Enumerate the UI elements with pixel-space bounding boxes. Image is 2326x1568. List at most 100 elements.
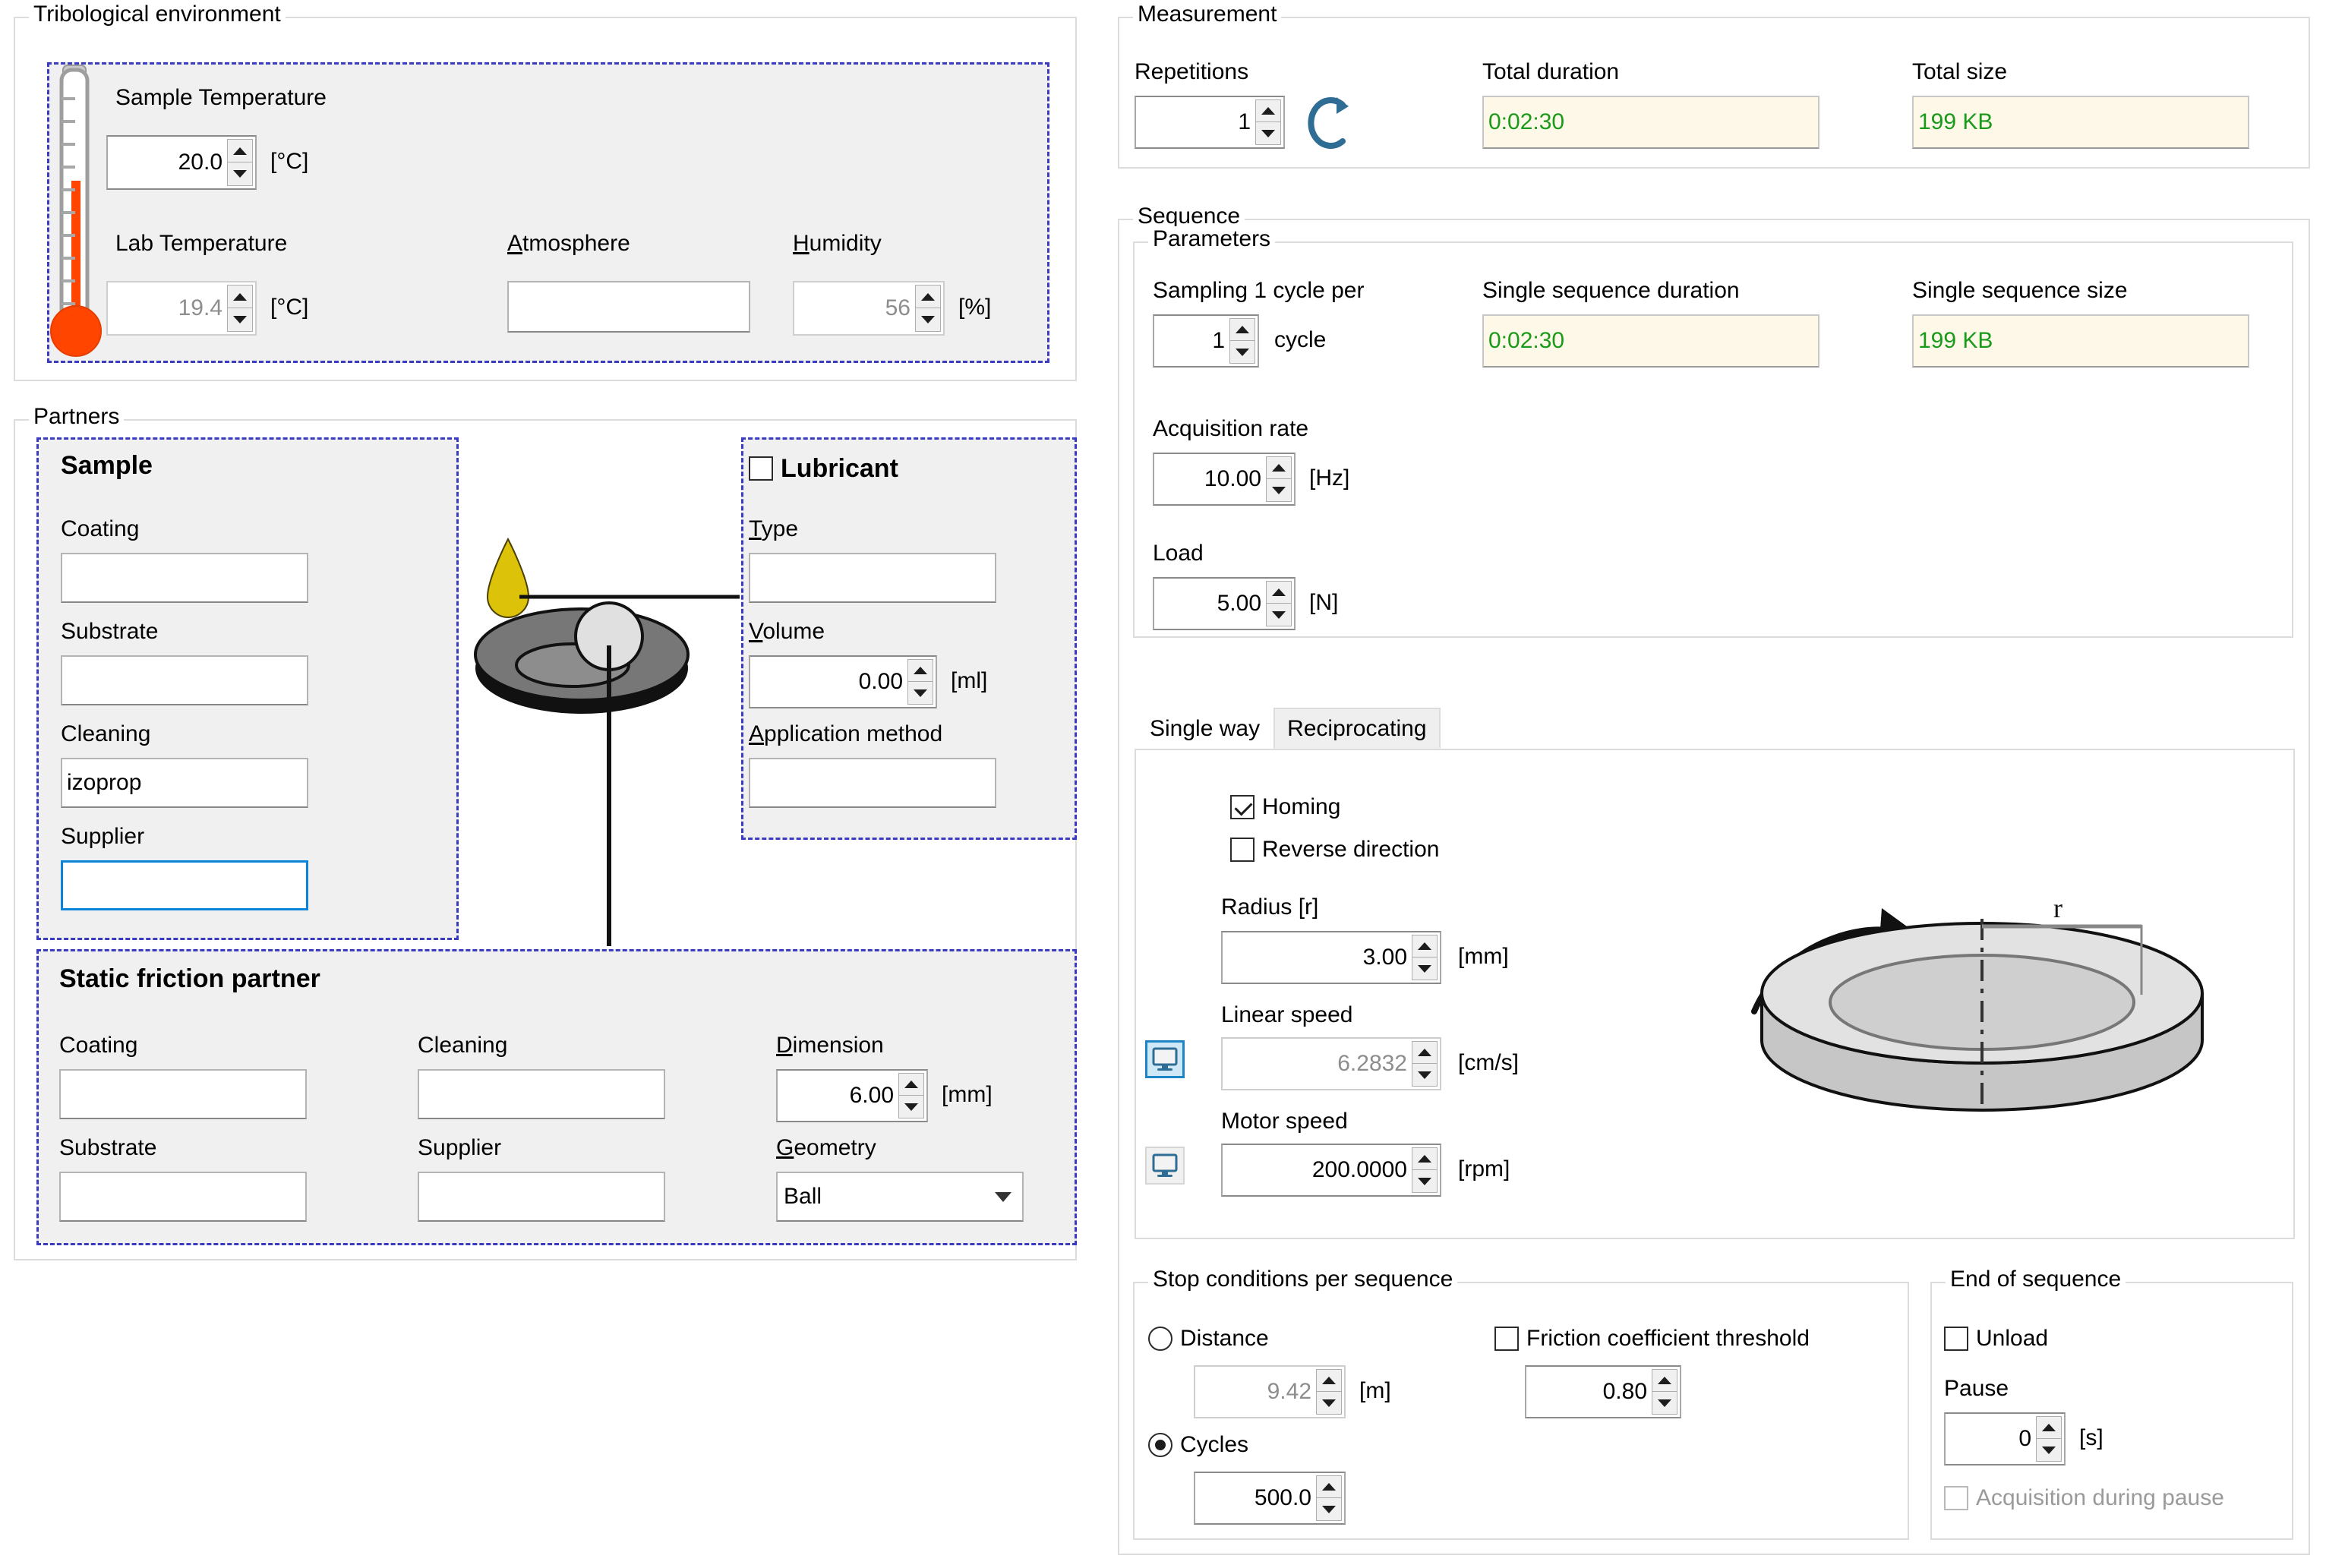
spin-up-icon[interactable]: [1266, 456, 1292, 479]
lubricant-checkbox-box[interactable]: [749, 456, 773, 481]
lab-temperature-spinner[interactable]: 19.4: [106, 281, 257, 336]
spin-up-icon[interactable]: [2036, 1416, 2062, 1439]
pause-spin-buttons[interactable]: [2036, 1416, 2062, 1462]
acquisition-rate-spin-buttons[interactable]: [1266, 456, 1292, 502]
lubricant-volume-spin-buttons[interactable]: [907, 659, 933, 705]
repetitions-spin-buttons[interactable]: [1255, 99, 1281, 145]
sampling-spin-buttons[interactable]: [1229, 318, 1255, 364]
spin-down-icon[interactable]: [1412, 1064, 1438, 1087]
acquisition-during-pause-checkbox[interactable]: Acquisition during pause: [1944, 1485, 2224, 1511]
spin-up-icon[interactable]: [227, 139, 253, 162]
sample-coating-input[interactable]: [61, 553, 308, 603]
radius-spinner[interactable]: 3.00: [1221, 931, 1441, 984]
spin-up-icon[interactable]: [1316, 1369, 1342, 1392]
cycles-spinner[interactable]: 500.0: [1194, 1472, 1346, 1525]
spin-down-icon[interactable]: [1229, 341, 1255, 364]
motion-tabs[interactable]: Single way Reciprocating: [1136, 706, 1441, 749]
sample-temperature-spinner[interactable]: 20.0: [106, 135, 257, 190]
sfp-dimension-spin-buttons[interactable]: [898, 1073, 924, 1118]
acquisition-during-pause-checkbox-box[interactable]: [1944, 1486, 1968, 1510]
linear-speed-monitor-toggle[interactable]: [1145, 1040, 1185, 1078]
sampling-spinner[interactable]: 1: [1153, 314, 1259, 368]
sample-substrate-input[interactable]: [61, 655, 308, 705]
unload-checkbox-box[interactable]: [1944, 1327, 1968, 1351]
spin-up-icon[interactable]: [1316, 1475, 1342, 1498]
repetitions-value: 1: [1136, 97, 1255, 147]
lab-temperature-spin-buttons[interactable]: [227, 285, 253, 332]
sfp-supplier-input[interactable]: [418, 1172, 665, 1222]
lubricant-application-method-input[interactable]: [749, 758, 996, 808]
sfp-dimension-spinner[interactable]: 6.00: [776, 1069, 928, 1122]
spin-down-icon[interactable]: [1412, 1170, 1438, 1193]
friction-threshold-spinner[interactable]: 0.80: [1525, 1365, 1681, 1418]
spin-up-icon[interactable]: [227, 285, 253, 308]
stop-condition-cycles-radio[interactable]: Cycles: [1148, 1432, 1248, 1458]
distance-radio-circle[interactable]: [1148, 1327, 1172, 1351]
distance-spin-buttons[interactable]: [1316, 1369, 1342, 1415]
homing-checkbox-box[interactable]: [1230, 795, 1255, 819]
tab-single-way[interactable]: Single way: [1136, 708, 1273, 749]
spin-up-icon[interactable]: [907, 659, 933, 682]
spin-down-icon[interactable]: [227, 308, 253, 332]
sample-temperature-spin-buttons[interactable]: [227, 139, 253, 186]
spin-down-icon[interactable]: [2036, 1439, 2062, 1462]
spin-up-icon[interactable]: [1255, 99, 1281, 122]
spin-down-icon[interactable]: [907, 682, 933, 705]
cycles-spin-buttons[interactable]: [1316, 1475, 1342, 1521]
lubricant-volume-spinner[interactable]: 0.00: [749, 655, 937, 708]
linear-speed-spin-buttons[interactable]: [1412, 1041, 1438, 1087]
spin-down-icon[interactable]: [227, 162, 253, 186]
spin-up-icon[interactable]: [1266, 581, 1292, 604]
spin-down-icon[interactable]: [1266, 479, 1292, 502]
spin-down-icon[interactable]: [1652, 1392, 1677, 1415]
spin-up-icon[interactable]: [1412, 1041, 1438, 1064]
spin-up-icon[interactable]: [1412, 935, 1438, 958]
repetitions-spinner[interactable]: 1: [1135, 96, 1285, 149]
spin-down-icon[interactable]: [1266, 604, 1292, 626]
sample-substrate-label: Substrate: [61, 619, 158, 645]
spin-down-icon[interactable]: [898, 1096, 924, 1118]
motor-speed-spinner[interactable]: 200.0000: [1221, 1144, 1441, 1197]
friction-threshold-checkbox-box[interactable]: [1494, 1327, 1519, 1351]
lubricant-checkbox[interactable]: Lubricant: [749, 456, 898, 481]
spin-up-icon[interactable]: [1412, 1147, 1438, 1170]
distance-spinner[interactable]: 9.42: [1194, 1365, 1346, 1418]
spin-up-icon[interactable]: [915, 285, 941, 308]
spin-down-icon[interactable]: [1316, 1498, 1342, 1521]
spin-down-icon[interactable]: [1412, 958, 1438, 980]
spin-down-icon[interactable]: [915, 308, 941, 332]
sample-cleaning-input[interactable]: izoprop: [61, 758, 308, 808]
linear-speed-spinner[interactable]: 6.2832: [1221, 1037, 1441, 1090]
radius-spin-buttons[interactable]: [1412, 935, 1438, 980]
stop-condition-distance-radio[interactable]: Distance: [1148, 1326, 1269, 1352]
pause-spinner[interactable]: 0: [1944, 1412, 2066, 1465]
spin-down-icon[interactable]: [1316, 1392, 1342, 1415]
sfp-geometry-select[interactable]: Ball: [776, 1172, 1024, 1222]
reverse-direction-checkbox-box[interactable]: [1230, 838, 1255, 862]
chevron-down-icon[interactable]: [995, 1192, 1012, 1202]
spin-up-icon[interactable]: [898, 1073, 924, 1096]
sfp-cleaning-input[interactable]: [418, 1069, 665, 1119]
friction-threshold-spin-buttons[interactable]: [1652, 1369, 1677, 1415]
acquisition-rate-spinner[interactable]: 10.00: [1153, 453, 1296, 506]
spin-up-icon[interactable]: [1652, 1369, 1677, 1392]
homing-checkbox[interactable]: Homing: [1230, 794, 1340, 820]
motor-speed-spin-buttons[interactable]: [1412, 1147, 1438, 1193]
unload-checkbox[interactable]: Unload: [1944, 1326, 2048, 1352]
sfp-substrate-input[interactable]: [59, 1172, 307, 1222]
tab-reciprocating[interactable]: Reciprocating: [1273, 708, 1440, 749]
humidity-spin-buttons[interactable]: [915, 285, 941, 332]
spin-up-icon[interactable]: [1229, 318, 1255, 341]
motor-speed-monitor-toggle[interactable]: [1145, 1147, 1185, 1185]
lubricant-type-input[interactable]: [749, 553, 996, 603]
cycles-radio-circle[interactable]: [1148, 1433, 1172, 1457]
humidity-spinner[interactable]: 56: [793, 281, 945, 336]
sample-supplier-input[interactable]: [61, 860, 308, 910]
friction-threshold-checkbox[interactable]: Friction coefficient threshold: [1494, 1326, 1810, 1352]
reverse-direction-checkbox[interactable]: Reverse direction: [1230, 837, 1439, 863]
load-spin-buttons[interactable]: [1266, 581, 1292, 626]
sfp-coating-input[interactable]: [59, 1069, 307, 1119]
load-spinner[interactable]: 5.00: [1153, 577, 1296, 630]
spin-down-icon[interactable]: [1255, 122, 1281, 145]
atmosphere-input[interactable]: [507, 281, 750, 333]
